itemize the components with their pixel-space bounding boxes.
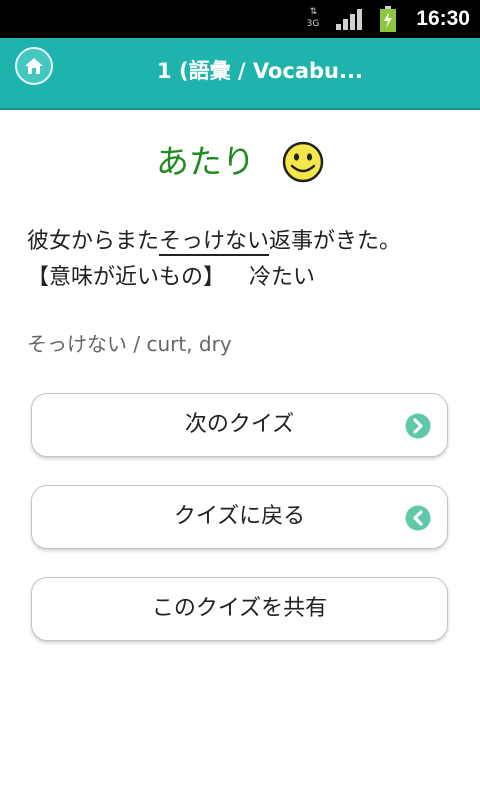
signal-strength-icon: [336, 8, 364, 30]
back-to-quiz-label: クイズに戻る: [173, 504, 306, 529]
share-quiz-label: このクイズを共有: [151, 596, 328, 621]
smiley-icon: [282, 141, 324, 183]
clock: 16:30: [416, 7, 470, 30]
meaning-answer: 冷たい: [249, 265, 316, 290]
back-to-quiz-button[interactable]: クイズに戻る: [31, 485, 448, 549]
page-title: 1 (語彙 / Vocabu...: [157, 59, 363, 83]
translation-text: そっけない / curt, dry: [27, 332, 232, 356]
network-type: 3G: [306, 19, 320, 29]
network-indicator: ⇅ 3G: [304, 6, 322, 32]
next-quiz-button[interactable]: 次のクイズ: [31, 393, 448, 457]
chevron-right-icon: [405, 413, 431, 439]
question-after: 返事がきた。: [269, 229, 402, 254]
next-quiz-label: 次のクイズ: [184, 412, 295, 437]
status-bar: ⇅ 3G 16:30: [0, 0, 480, 38]
meaning-row: 【意味が近いもの】 冷たい: [27, 260, 467, 296]
chevron-left-icon: [405, 505, 431, 531]
data-activity-icon: ⇅: [309, 7, 318, 17]
home-button[interactable]: [15, 47, 53, 85]
share-quiz-button[interactable]: このクイズを共有: [31, 577, 448, 641]
meaning-label: 【意味が近いもの】: [27, 265, 226, 290]
question-target-word: そっけない: [159, 229, 270, 256]
question-sentence: 彼女からまたそっけない返事がきた。: [27, 224, 467, 260]
result-row: あたり: [0, 138, 480, 186]
title-bar: 1 (語彙 / Vocabu...: [0, 38, 480, 110]
question-before: 彼女からまた: [27, 229, 160, 254]
result-text: あたり: [155, 142, 255, 181]
home-icon: [25, 58, 43, 74]
battery-charging-icon: [379, 6, 397, 32]
